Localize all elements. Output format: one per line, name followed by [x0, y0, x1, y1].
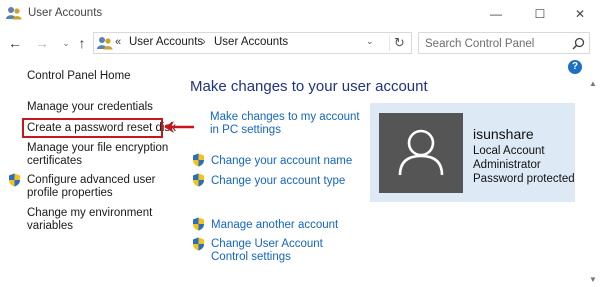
uac-shield-icon: [193, 173, 204, 187]
back-button[interactable]: ←: [6, 34, 24, 52]
manage-encryption-certificates-link[interactable]: Manage your file encryption certificates: [27, 142, 177, 168]
uac-shield-icon: [193, 217, 204, 231]
account-type: Local Account: [473, 145, 545, 157]
breadcrumb-user-accounts-current[interactable]: User Accounts: [214, 36, 288, 48]
address-dropdown[interactable]: ⌄: [366, 36, 374, 47]
title-bar: User Accounts — ☐ ✕: [0, 0, 600, 28]
vertical-scrollbar[interactable]: ▲ ▼: [585, 79, 600, 287]
address-bar[interactable]: « User Accounts › User Accounts ⌄ ↻: [93, 32, 412, 54]
account-name: isunshare: [473, 126, 534, 142]
scroll-up-arrow[interactable]: ▲: [589, 79, 597, 88]
uac-shield-icon: [9, 173, 20, 187]
forward-button[interactable]: →: [33, 34, 51, 52]
refresh-button[interactable]: ↻: [389, 35, 409, 51]
search-icon[interactable]: [572, 37, 585, 50]
account-role: Administrator: [473, 159, 541, 171]
up-button[interactable]: ↑: [73, 34, 91, 52]
change-account-type-link[interactable]: Change your account type: [211, 175, 345, 188]
window-title: User Accounts: [28, 7, 103, 19]
close-button[interactable]: ✕: [560, 0, 600, 28]
account-card: isunshare Local Account Administrator Pa…: [370, 103, 575, 202]
manage-another-account-link[interactable]: Manage another account: [211, 219, 338, 232]
navigation-bar: ← → ⌄ ↑ « User Accounts › User Accounts …: [0, 28, 600, 58]
uac-shield-icon: [193, 153, 204, 167]
page-title: Make changes to your user account: [190, 78, 428, 95]
change-environment-variables-link[interactable]: Change my environment variables: [27, 207, 177, 233]
address-overflow-chevron[interactable]: «: [115, 36, 121, 48]
avatar: [379, 113, 463, 193]
pc-settings-link[interactable]: Make changes to my account in PC setting…: [210, 111, 360, 137]
uac-shield-icon: [193, 237, 204, 251]
minimize-button[interactable]: —: [476, 0, 516, 28]
scroll-down-arrow[interactable]: ▼: [589, 275, 597, 284]
change-account-name-link[interactable]: Change your account name: [211, 155, 352, 168]
uac-settings-link[interactable]: Change User Account Control settings: [211, 238, 361, 264]
red-arrow-icon: [164, 121, 194, 133]
help-icon[interactable]: ?: [568, 60, 582, 74]
breadcrumb-arrow[interactable]: ›: [202, 36, 206, 48]
password-status: Password protected: [473, 173, 575, 185]
search-box[interactable]: [418, 32, 590, 54]
users-icon: [6, 7, 22, 20]
control-panel-home-link[interactable]: Control Panel Home: [27, 70, 131, 83]
search-input[interactable]: [425, 37, 565, 50]
configure-advanced-profile-link[interactable]: Configure advanced user profile properti…: [27, 174, 157, 200]
manage-credentials-link[interactable]: Manage your credentials: [27, 101, 153, 114]
highlight-box: [22, 118, 163, 138]
user-silhouette-icon: [398, 129, 444, 176]
breadcrumb-user-accounts-parent[interactable]: User Accounts: [129, 36, 203, 48]
users-icon: [97, 37, 113, 50]
maximize-button[interactable]: ☐: [520, 0, 560, 28]
